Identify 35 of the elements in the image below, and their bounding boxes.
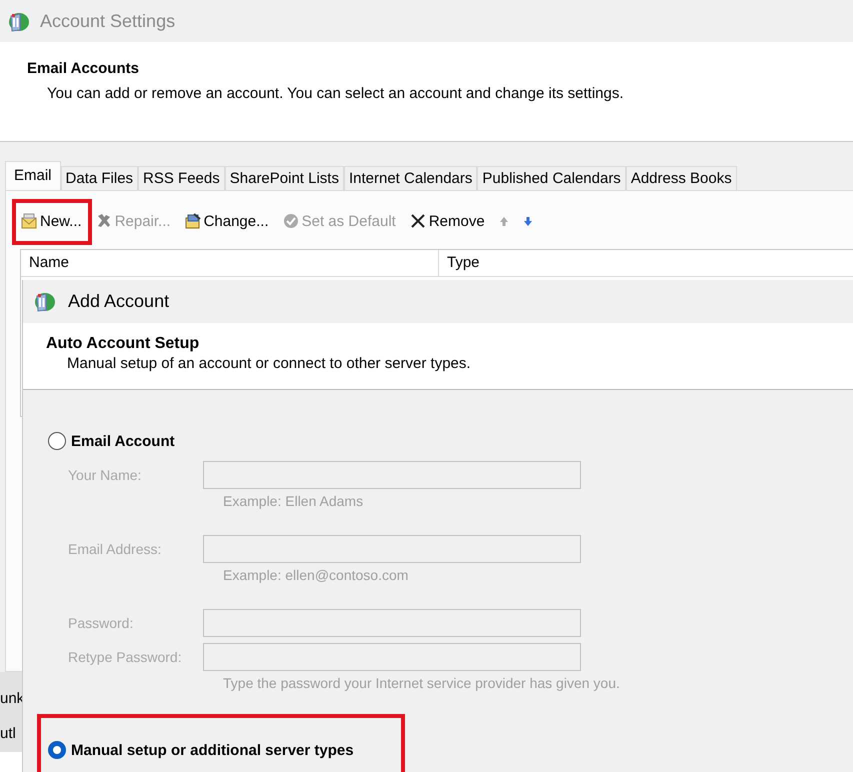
text-fragment: utl: [0, 725, 17, 742]
toolbar-button[interactable]: Remove: [406, 208, 488, 234]
section-description: Manual setup of an account or connect to other server types.: [67, 355, 472, 372]
app-icon: [34, 290, 56, 313]
column-header[interactable]: Name: [21, 250, 439, 276]
section-title: Email Accounts: [27, 60, 140, 77]
window-title: Account Settings: [40, 10, 176, 32]
tab[interactable]: Email: [5, 161, 61, 190]
field-hint: Example: ellen@contoso.com: [223, 567, 408, 583]
toolbar-button[interactable]: Change...: [182, 208, 272, 234]
window-title: Add Account: [68, 291, 170, 312]
radio-button[interactable]: [48, 741, 66, 759]
envelope-icon: [21, 213, 37, 229]
section-title: Auto Account Setup: [46, 335, 200, 353]
close-icon: [410, 213, 426, 229]
tab[interactable]: Address Books: [626, 166, 737, 190]
tab[interactable]: SharePoint Lists: [224, 166, 344, 190]
tab[interactable]: Data Files: [60, 166, 138, 190]
option-label[interactable]: Manual setup or additional server types: [71, 742, 354, 758]
check-icon: [282, 213, 299, 229]
field-hint: Type the password your Internet service provider has given you.: [223, 675, 620, 691]
tab[interactable]: Published Calendars: [477, 166, 626, 190]
field-label: Email Address:: [68, 541, 162, 557]
column-header[interactable]: Type: [439, 250, 488, 276]
field-label: Password:: [68, 615, 134, 631]
field-label: Your Name:: [68, 467, 142, 483]
section-description: You can add or remove an account. You can select an account and change its settings.: [47, 85, 625, 102]
field-hint: Example: Ellen Adams: [223, 493, 364, 509]
card-icon: [184, 213, 201, 229]
option-label[interactable]: Email Account: [71, 432, 175, 450]
tab[interactable]: RSS Feeds: [138, 166, 225, 190]
radio-button[interactable]: [48, 432, 66, 450]
tab[interactable]: Internet Calendars: [344, 166, 478, 190]
toolbar-button[interactable]: New...: [18, 208, 85, 234]
field-label: Retype Password:: [68, 649, 183, 665]
